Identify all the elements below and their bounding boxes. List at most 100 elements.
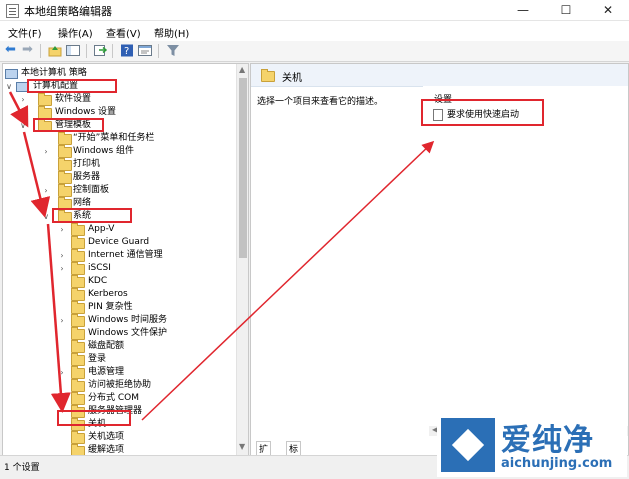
description-text: 选择一个项目来查看它的描述。 bbox=[257, 97, 384, 107]
tree-item-label: App-V bbox=[88, 224, 115, 234]
menu-view[interactable]: 查看(V) bbox=[106, 25, 141, 40]
maximize-button[interactable]: ☐ bbox=[545, 0, 587, 20]
folder-icon bbox=[71, 340, 85, 353]
back-arrow-icon[interactable]: ⬅ bbox=[5, 43, 19, 57]
folder-icon bbox=[71, 249, 85, 262]
show-hide-tree-icon[interactable] bbox=[66, 44, 80, 57]
details-title: 关机 bbox=[282, 73, 302, 84]
window-title: 本地组策略编辑器 bbox=[24, 5, 112, 18]
tree-item-label: “开始”菜单和任务栏 bbox=[73, 133, 155, 143]
folder-icon bbox=[71, 327, 85, 340]
brand-logo-icon bbox=[441, 418, 495, 472]
menu-file[interactable]: 文件(F) bbox=[8, 25, 42, 40]
watermark: 爱纯净 aichunjing.com bbox=[437, 413, 627, 477]
tree-item-label: Windows 文件保护 bbox=[88, 328, 168, 338]
export-list-icon[interactable] bbox=[93, 44, 108, 57]
toolbar-separator bbox=[40, 44, 41, 58]
chevron-right-icon[interactable]: › bbox=[58, 314, 66, 327]
tree-item-label: Device Guard bbox=[88, 237, 150, 247]
folder-icon bbox=[71, 236, 85, 249]
tree-item-label: 访问被拒绝协助 bbox=[88, 380, 152, 390]
highlight-box-computer-config bbox=[27, 79, 117, 93]
folder-icon bbox=[71, 431, 85, 444]
policy-editor-icon bbox=[6, 4, 19, 18]
toolbar: ⬅ ➡ ? bbox=[0, 41, 629, 62]
chevron-right-icon[interactable]: › bbox=[58, 392, 66, 405]
filter-icon[interactable] bbox=[166, 44, 180, 57]
highlight-box-fast-startup bbox=[421, 99, 544, 126]
folder-icon bbox=[71, 275, 85, 288]
chevron-right-icon[interactable]: › bbox=[58, 223, 66, 236]
tree-item-label: 软件设置 bbox=[55, 94, 92, 104]
tree-item-label: PIN 复杂性 bbox=[88, 302, 133, 312]
folder-icon bbox=[58, 158, 72, 171]
chevron-right-icon[interactable]: › bbox=[58, 249, 66, 262]
chevron-down-icon[interactable]: ∨ bbox=[5, 80, 13, 93]
folder-icon bbox=[71, 262, 85, 275]
tree-item-label: 登录 bbox=[88, 354, 107, 364]
menu-bar: 文件(F) 操作(A) 查看(V) 帮助(H) bbox=[0, 21, 629, 41]
tree-scrollbar[interactable]: ▲ ▼ bbox=[236, 64, 248, 455]
toolbar-separator bbox=[86, 44, 87, 58]
chevron-right-icon[interactable]: › bbox=[42, 197, 50, 210]
tree-item-label: 分布式 COM bbox=[88, 393, 139, 403]
chevron-down-icon[interactable]: ∨ bbox=[19, 119, 27, 132]
tree-item-label: 磁盘配额 bbox=[88, 341, 125, 351]
scroll-down-arrow-icon[interactable]: ▼ bbox=[239, 442, 245, 451]
folder-icon bbox=[58, 171, 72, 184]
folder-icon bbox=[38, 93, 52, 106]
folder-icon bbox=[261, 69, 275, 82]
forward-arrow-icon[interactable]: ➡ bbox=[22, 43, 36, 57]
chevron-down-icon[interactable]: ∨ bbox=[42, 210, 50, 223]
properties-icon[interactable] bbox=[138, 44, 152, 57]
folder-icon bbox=[71, 392, 85, 405]
folder-icon bbox=[71, 353, 85, 366]
folder-icon bbox=[71, 223, 85, 236]
folder-icon bbox=[71, 379, 85, 392]
tree-item-label: iSCSI bbox=[88, 263, 111, 273]
chevron-right-icon[interactable]: › bbox=[58, 366, 66, 379]
chevron-right-icon[interactable]: › bbox=[19, 93, 27, 106]
watermark-brand-cn: 爱纯净 bbox=[501, 423, 594, 458]
folder-icon bbox=[71, 288, 85, 301]
tree-item-label: Internet 通信管理 bbox=[88, 250, 163, 260]
chevron-right-icon[interactable]: › bbox=[42, 145, 50, 158]
scrollbar-thumb[interactable] bbox=[239, 78, 247, 258]
computer-icon bbox=[5, 69, 18, 79]
chevron-right-icon[interactable]: › bbox=[19, 106, 27, 119]
tree-item-label: 关机选项 bbox=[88, 432, 125, 442]
tree-item-label: 电源管理 bbox=[88, 367, 125, 377]
tree-item-label: 打印机 bbox=[73, 159, 101, 169]
tree-item-label: KDC bbox=[88, 276, 108, 286]
tree-item-label: 控制面板 bbox=[73, 185, 110, 195]
minimize-button[interactable]: — bbox=[502, 0, 544, 20]
folder-icon bbox=[71, 366, 85, 379]
menu-action[interactable]: 操作(A) bbox=[58, 25, 93, 40]
highlight-box-admin-templates bbox=[33, 118, 104, 132]
details-pane: 关机 选择一个项目来查看它的描述。 设置 要求使用快速启动 ◀ bbox=[250, 63, 629, 456]
tree-item-label: Kerberos bbox=[88, 289, 128, 299]
tree-pane[interactable]: 本地计算机 策略 ∨ 计算机配置 › 软件设置 › Windows 设置 ∨ 管… bbox=[2, 63, 249, 456]
tree-item-label: 服务器 bbox=[73, 172, 101, 182]
title-bar: 本地组策略编辑器 — ☐ ✕ bbox=[0, 0, 629, 21]
folder-icon bbox=[58, 184, 72, 197]
help-icon[interactable]: ? bbox=[120, 44, 134, 57]
highlight-box-system bbox=[52, 208, 132, 223]
chevron-right-icon[interactable]: › bbox=[42, 184, 50, 197]
highlight-box-shutdown bbox=[57, 410, 131, 426]
up-folder-icon[interactable] bbox=[48, 44, 62, 57]
folder-icon bbox=[58, 132, 72, 145]
close-button[interactable]: ✕ bbox=[587, 0, 629, 20]
toolbar-separator bbox=[158, 44, 159, 58]
status-text: 1 个设置 bbox=[4, 463, 40, 473]
folder-icon bbox=[58, 145, 72, 158]
tree-item-label: Windows 组件 bbox=[73, 146, 135, 156]
svg-text:?: ? bbox=[124, 46, 129, 57]
toolbar-separator bbox=[112, 44, 113, 58]
folder-icon bbox=[71, 314, 85, 327]
scroll-up-arrow-icon[interactable]: ▲ bbox=[239, 65, 245, 74]
chevron-right-icon[interactable]: › bbox=[58, 262, 66, 275]
menu-help[interactable]: 帮助(H) bbox=[154, 25, 189, 40]
details-header: 关机 bbox=[251, 64, 628, 87]
tree-item-label: Windows 时间服务 bbox=[88, 315, 168, 325]
